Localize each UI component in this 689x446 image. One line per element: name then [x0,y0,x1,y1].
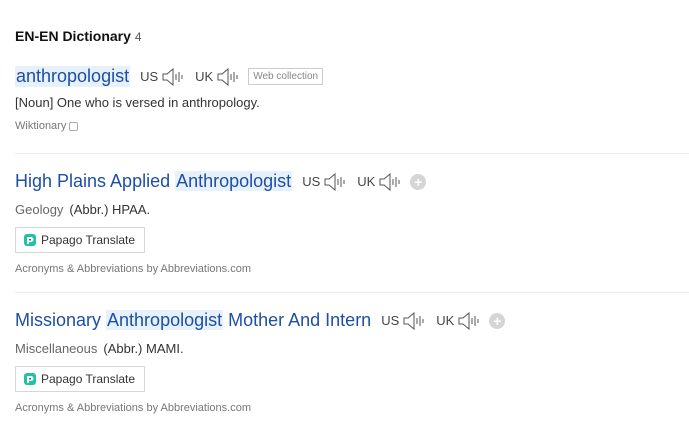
definition-row: Miscellaneous (Abbr.) MAMI. [15,341,689,356]
papago-translate-button[interactable]: Papago Translate [15,366,146,392]
plus-icon[interactable]: + [489,312,506,329]
speaker-icon[interactable] [323,172,347,191]
word-part: High Plains Applied [15,171,176,191]
translate-row: Papago Translate [15,227,689,253]
speaker-icon[interactable] [402,311,426,330]
entry-headline: anthropologist US UK Web collection [15,66,689,87]
speaker-icon[interactable] [457,311,481,330]
papago-translate-label: Papago Translate [41,372,136,386]
speaker-icon[interactable] [378,172,402,191]
section-title-text: EN-EN Dictionary [15,28,131,44]
papago-logo-icon [24,234,36,246]
field-label: Geology [15,202,64,217]
source[interactable]: Acronyms & Abbreviations by Abbreviation… [15,263,689,275]
pron-us-label: US [302,174,321,189]
entry-2: High Plains Applied Anthropologist US UK… [15,171,689,275]
pron-uk[interactable]: UK [436,311,481,330]
papago-translate-button[interactable]: Papago Translate [15,227,146,253]
source-label: Acronyms & Abbreviations by Abbreviation… [15,263,252,275]
definition-row: Geology (Abbr.) HPAA. [15,202,689,217]
entry-3: Missionary Anthropologist Mother And Int… [15,310,689,414]
speaker-icon[interactable] [161,67,185,86]
speaker-icon[interactable] [216,67,240,86]
section-title: EN-EN Dictionary 4 [15,28,142,44]
source[interactable]: Wiktionary [15,120,689,132]
entry-word-link[interactable]: Missionary Anthropologist Mother And Int… [15,310,371,331]
entry-word-link[interactable]: High Plains Applied Anthropologist [15,171,293,192]
plus-icon[interactable]: + [410,173,427,190]
word-part: Mother And Intern [223,310,372,330]
source-label: Acronyms & Abbreviations by Abbreviation… [15,402,252,414]
papago-logo-icon [24,373,36,385]
definition: (Abbr.) MAMI. [103,341,184,356]
external-box-icon [69,121,79,131]
web-collection-tag: Web collection [248,68,324,85]
pron-us[interactable]: US [302,172,347,191]
source-label: Wiktionary [15,120,67,132]
pron-us-label: US [140,69,159,84]
word-part: Missionary [15,310,107,330]
entry-headline: Missionary Anthropologist Mother And Int… [15,310,689,331]
entry-word-link[interactable]: anthropologist [15,66,131,87]
word-highlight: Anthropologist [106,310,224,330]
pron-uk-label: UK [436,313,455,328]
source[interactable]: Acronyms & Abbreviations by Abbreviation… [15,402,689,414]
divider [15,153,689,154]
definition: [Noun] One who is versed in anthropology… [15,95,260,110]
pron-us[interactable]: US [381,311,426,330]
pron-uk[interactable]: UK [357,172,402,191]
word-highlight: Anthropologist [175,171,293,191]
pron-uk[interactable]: UK [195,67,240,86]
result-count: 4 [134,30,142,44]
papago-translate-label: Papago Translate [41,233,136,247]
pron-uk-label: UK [195,69,214,84]
pron-uk-label: UK [357,174,376,189]
pron-us-label: US [381,313,400,328]
definition: (Abbr.) HPAA. [69,202,151,217]
translate-row: Papago Translate [15,366,689,392]
field-label: Miscellaneous [15,341,98,356]
entry-headline: High Plains Applied Anthropologist US UK… [15,171,689,192]
divider [15,292,689,293]
entry-1: anthropologist US UK Web collection [Nou… [15,66,689,132]
pron-us[interactable]: US [140,67,185,86]
